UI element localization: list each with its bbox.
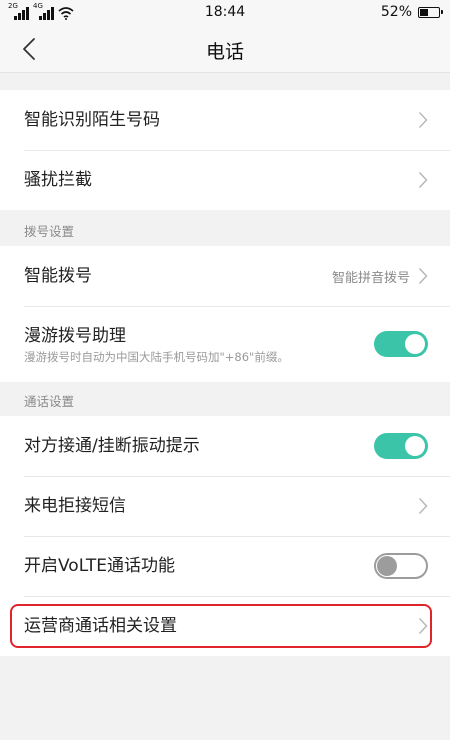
smart-dial-value: 智能拼音拨号 bbox=[331, 270, 410, 286]
chevron-right-icon bbox=[418, 498, 428, 514]
section-header-dial: 拨号设置 bbox=[24, 223, 75, 239]
row-carrier-settings[interactable]: 运营商通话相关设置 bbox=[0, 596, 450, 656]
toggle-knob bbox=[377, 556, 397, 576]
row-vibrate-feedback: 对方接通/挂断振动提示 bbox=[0, 416, 450, 476]
settings-group-dial: 智能拨号 智能拼音拨号 漫游拨号助理 漫游拨号时自动为中国大陆手机号码加"+86… bbox=[0, 246, 450, 382]
section-header-call: 通话设置 bbox=[24, 393, 75, 409]
row-label: 漫游拨号助理 bbox=[24, 325, 126, 346]
row-roaming-assistant: 漫游拨号助理 漫游拨号时自动为中国大陆手机号码加"+86"前缀。 bbox=[0, 306, 450, 382]
chevron-right-icon bbox=[418, 172, 428, 188]
settings-group-general: 智能识别陌生号码 骚扰拦截 bbox=[0, 90, 450, 210]
row-label: 运营商通话相关设置 bbox=[24, 616, 177, 636]
battery-percent: 52% bbox=[380, 4, 412, 20]
roaming-toggle[interactable] bbox=[374, 331, 428, 357]
toggle-knob bbox=[405, 334, 425, 354]
chevron-right-icon bbox=[418, 618, 428, 634]
row-volte: 开启VoLTE通话功能 bbox=[0, 536, 450, 596]
volte-toggle[interactable] bbox=[374, 553, 428, 579]
battery-icon bbox=[418, 6, 443, 18]
app-header: 电话 bbox=[0, 26, 450, 73]
row-label: 智能识别陌生号码 bbox=[24, 110, 160, 130]
vibrate-toggle[interactable] bbox=[374, 433, 428, 459]
battery-fill bbox=[420, 8, 428, 16]
chevron-right-icon bbox=[418, 112, 428, 128]
row-smart-dial[interactable]: 智能拨号 智能拼音拨号 bbox=[0, 246, 450, 306]
row-label: 对方接通/挂断振动提示 bbox=[24, 436, 200, 456]
row-label: 骚扰拦截 bbox=[24, 170, 92, 190]
settings-group-call: 对方接通/挂断振动提示 来电拒接短信 开启VoLTE通话功能 运营商通话相关设置 bbox=[0, 416, 450, 656]
chevron-right-icon bbox=[418, 268, 428, 284]
battery-status: 52% bbox=[380, 4, 443, 20]
row-label: 智能拨号 bbox=[24, 266, 92, 286]
toggle-knob bbox=[405, 436, 425, 456]
row-smart-identify[interactable]: 智能识别陌生号码 bbox=[0, 90, 450, 150]
row-label: 开启VoLTE通话功能 bbox=[24, 556, 175, 576]
status-bar: 2G 4G 18:44 52% bbox=[0, 0, 450, 26]
row-reject-sms[interactable]: 来电拒接短信 bbox=[0, 476, 450, 536]
row-label: 来电拒接短信 bbox=[24, 496, 126, 516]
row-description: 漫游拨号时自动为中国大陆手机号码加"+86"前缀。 bbox=[24, 349, 289, 364]
page-title: 电话 bbox=[205, 41, 244, 63]
row-harassment-block[interactable]: 骚扰拦截 bbox=[0, 150, 450, 210]
